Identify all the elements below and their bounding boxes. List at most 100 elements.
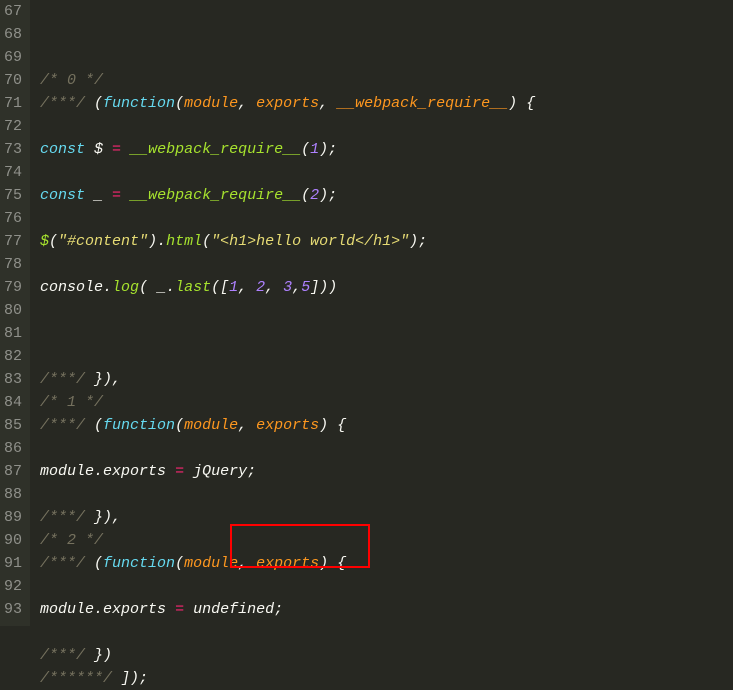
line-number: 73: [4, 138, 22, 161]
code-line[interactable]: [40, 322, 733, 345]
token-pn: ) {: [319, 555, 346, 572]
line-number: 76: [4, 207, 22, 230]
line-number: 89: [4, 506, 22, 529]
line-number: 68: [4, 23, 22, 46]
code-area[interactable]: /* 0 *//***/ (function(module, exports, …: [30, 0, 733, 626]
token-kw: function: [103, 555, 175, 572]
token-nm: 2: [310, 187, 319, 204]
line-number: 75: [4, 184, 22, 207]
token-nm: 3: [283, 279, 292, 296]
code-line[interactable]: /***/ }): [40, 644, 733, 667]
code-line[interactable]: /***/ }),: [40, 368, 733, 391]
code-line[interactable]: [40, 437, 733, 460]
token-pn: _: [85, 187, 112, 204]
token-cm: /***/: [40, 371, 85, 388]
code-line[interactable]: /***/ (function(module, exports) {: [40, 552, 733, 575]
token-pn: (: [202, 233, 211, 250]
code-line[interactable]: /* 1 */: [40, 391, 733, 414]
token-pn: );: [319, 187, 337, 204]
token-pn: ,: [238, 95, 256, 112]
line-number: 87: [4, 460, 22, 483]
token-fn: last: [175, 279, 211, 296]
token-id: undefined: [193, 601, 274, 618]
token-pn: ,: [292, 279, 301, 296]
token-pn: [166, 601, 175, 618]
code-line[interactable]: /* 0 */: [40, 69, 733, 92]
code-line[interactable]: const _ = __webpack_require__(2);: [40, 184, 733, 207]
code-line[interactable]: module.exports = undefined;: [40, 598, 733, 621]
token-pn: ,: [238, 555, 256, 572]
line-number: 83: [4, 368, 22, 391]
token-fn: log: [112, 279, 139, 296]
line-number: 69: [4, 46, 22, 69]
token-cm: /* 0 */: [40, 72, 103, 89]
token-fn: html: [166, 233, 202, 250]
token-pn: (: [85, 95, 103, 112]
token-cm: /* 1 */: [40, 394, 103, 411]
token-st: "<h1>hello world</h1>": [211, 233, 409, 250]
token-pn: .: [94, 601, 103, 618]
token-pn: [184, 601, 193, 618]
code-line[interactable]: /* 2 */: [40, 529, 733, 552]
code-line[interactable]: /******/ ]);: [40, 667, 733, 690]
line-number: 74: [4, 161, 22, 184]
token-cm: /***/: [40, 509, 85, 526]
token-id: module: [40, 463, 94, 480]
code-line[interactable]: [40, 575, 733, 598]
code-line[interactable]: const $ = __webpack_require__(1);: [40, 138, 733, 161]
token-pn: ,: [238, 417, 256, 434]
token-pn: .: [103, 279, 112, 296]
code-line[interactable]: [40, 161, 733, 184]
token-pn: }),: [85, 509, 121, 526]
code-line[interactable]: $("#content").html("<h1>hello world</h1>…: [40, 230, 733, 253]
token-pn: ])): [310, 279, 337, 296]
token-pn: $: [85, 141, 112, 158]
token-pn: );: [409, 233, 427, 250]
token-pn: (: [301, 141, 310, 158]
code-line[interactable]: [40, 483, 733, 506]
token-pn: }),: [85, 371, 121, 388]
line-number: 85: [4, 414, 22, 437]
token-pr: module: [184, 95, 238, 112]
code-line[interactable]: [40, 621, 733, 644]
token-pn: (: [301, 187, 310, 204]
code-line[interactable]: [40, 115, 733, 138]
token-pn: (: [175, 417, 184, 434]
line-number: 72: [4, 115, 22, 138]
line-number: 80: [4, 299, 22, 322]
line-number: 88: [4, 483, 22, 506]
code-line[interactable]: /***/ (function(module, exports, __webpa…: [40, 92, 733, 115]
token-pn: ,: [238, 279, 256, 296]
token-pn: .: [94, 463, 103, 480]
token-kw: function: [103, 95, 175, 112]
token-op: =: [175, 463, 184, 480]
code-line[interactable]: [40, 253, 733, 276]
line-number: 77: [4, 230, 22, 253]
code-line[interactable]: [40, 345, 733, 368]
token-pn: (: [85, 555, 103, 572]
token-pn: (: [85, 417, 103, 434]
token-kw: const: [40, 187, 85, 204]
token-op: =: [175, 601, 184, 618]
token-pn: ,: [319, 95, 337, 112]
code-line[interactable]: [40, 299, 733, 322]
code-line[interactable]: console.log( _.last([1, 2, 3,5])): [40, 276, 733, 299]
line-number: 93: [4, 598, 22, 621]
code-editor[interactable]: 6768697071727374757677787980818283848586…: [0, 0, 733, 626]
token-cm: /******/: [40, 670, 112, 687]
token-pn: ( _.: [139, 279, 175, 296]
token-pn: ;: [274, 601, 283, 618]
token-pr: module: [184, 555, 238, 572]
token-pn: [121, 187, 130, 204]
token-pn: ) {: [508, 95, 535, 112]
code-line[interactable]: module.exports = jQuery;: [40, 460, 733, 483]
code-line[interactable]: [40, 207, 733, 230]
token-cm: /* 2 */: [40, 532, 103, 549]
token-cm: /***/: [40, 95, 85, 112]
token-fn: $: [40, 233, 49, 250]
token-pn: (: [175, 555, 184, 572]
token-nm: 1: [310, 141, 319, 158]
code-line[interactable]: /***/ (function(module, exports) {: [40, 414, 733, 437]
token-pr: exports: [256, 417, 319, 434]
code-line[interactable]: /***/ }),: [40, 506, 733, 529]
